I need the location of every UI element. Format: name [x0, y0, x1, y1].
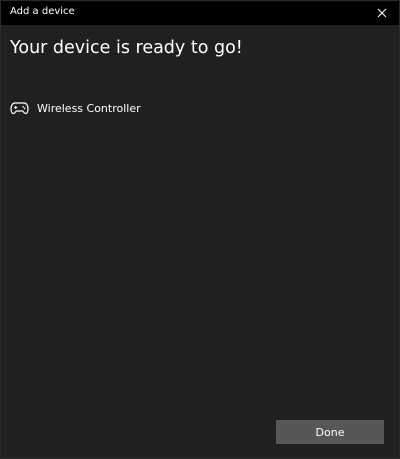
- page-heading: Your device is ready to go!: [10, 38, 243, 58]
- device-list-item: Wireless Controller: [10, 98, 141, 118]
- title-bar: Add a device: [1, 1, 399, 25]
- done-button[interactable]: Done: [276, 420, 384, 444]
- add-device-window: Add a device Your device is ready to go!…: [0, 0, 400, 459]
- device-name: Wireless Controller: [37, 101, 141, 115]
- window-title: Add a device: [10, 6, 75, 17]
- close-icon: [377, 8, 387, 18]
- gamepad-icon: [10, 102, 29, 115]
- close-button[interactable]: [365, 1, 399, 25]
